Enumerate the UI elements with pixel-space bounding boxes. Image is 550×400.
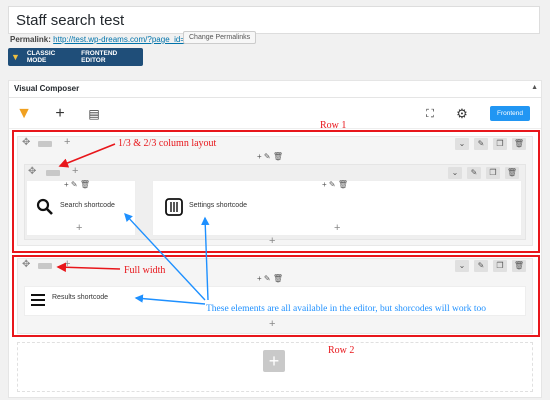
annotation-arrows bbox=[56, 143, 210, 305]
